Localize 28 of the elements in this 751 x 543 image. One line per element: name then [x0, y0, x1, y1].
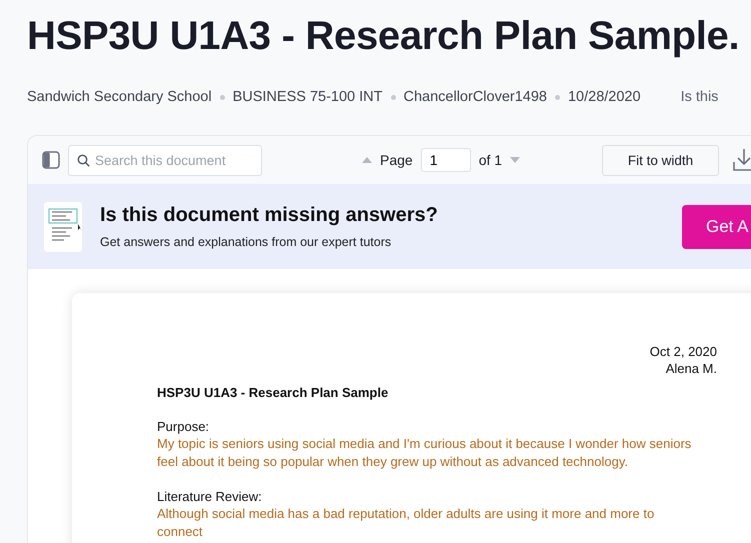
sidebar-toggle-icon[interactable]: [42, 151, 60, 169]
meta-text: BUSINESS 75-100 INT: [232, 89, 382, 105]
separator-dot-icon: [554, 94, 560, 100]
page-total: of 1: [478, 152, 502, 168]
download-icon[interactable]: [733, 148, 751, 172]
meta-text: ChancellorClover1498: [404, 89, 547, 105]
section-text: My topic is seniors using social media and I'm curious about it because I wonder how seniors feel about it being so popular when they grew up without as advanced technology.: [157, 435, 692, 470]
fit-to-width-button[interactable]: Fit to width: [602, 144, 720, 176]
search-icon: [77, 154, 90, 166]
meta-text: 10/28/2020: [568, 89, 641, 105]
section-label: Literature Review:: [157, 488, 263, 505]
section-text: Although social media has a bad reputation, older adults are using it more and more to connect: [157, 505, 656, 540]
section-label: Purpose:: [157, 418, 210, 435]
separator-dot-icon: [220, 94, 225, 100]
banner-heading: Is this document missing answers?: [100, 204, 439, 227]
document-date: Oct 2, 2020: [648, 343, 717, 360]
meta-text: Sandwich Secondary School: [27, 89, 212, 105]
meta-text: Is this: [680, 89, 718, 105]
document-author: Alena M.: [664, 360, 717, 377]
document-icon: [44, 202, 82, 252]
page-title: HSP3U U1A3 - Research Plan Sample.: [27, 14, 740, 59]
get-answers-button[interactable]: Get A: [682, 204, 751, 248]
page-label: Page: [380, 152, 413, 168]
search-field[interactable]: Search this document: [68, 144, 262, 176]
document-heading: HSP3U U1A3 - Research Plan Sample: [157, 385, 390, 400]
page-number-field[interactable]: 1: [420, 148, 471, 172]
banner-subtext: Get answers and explanations from our expert tutors: [100, 235, 392, 249]
separator-dot-icon: [390, 94, 396, 100]
